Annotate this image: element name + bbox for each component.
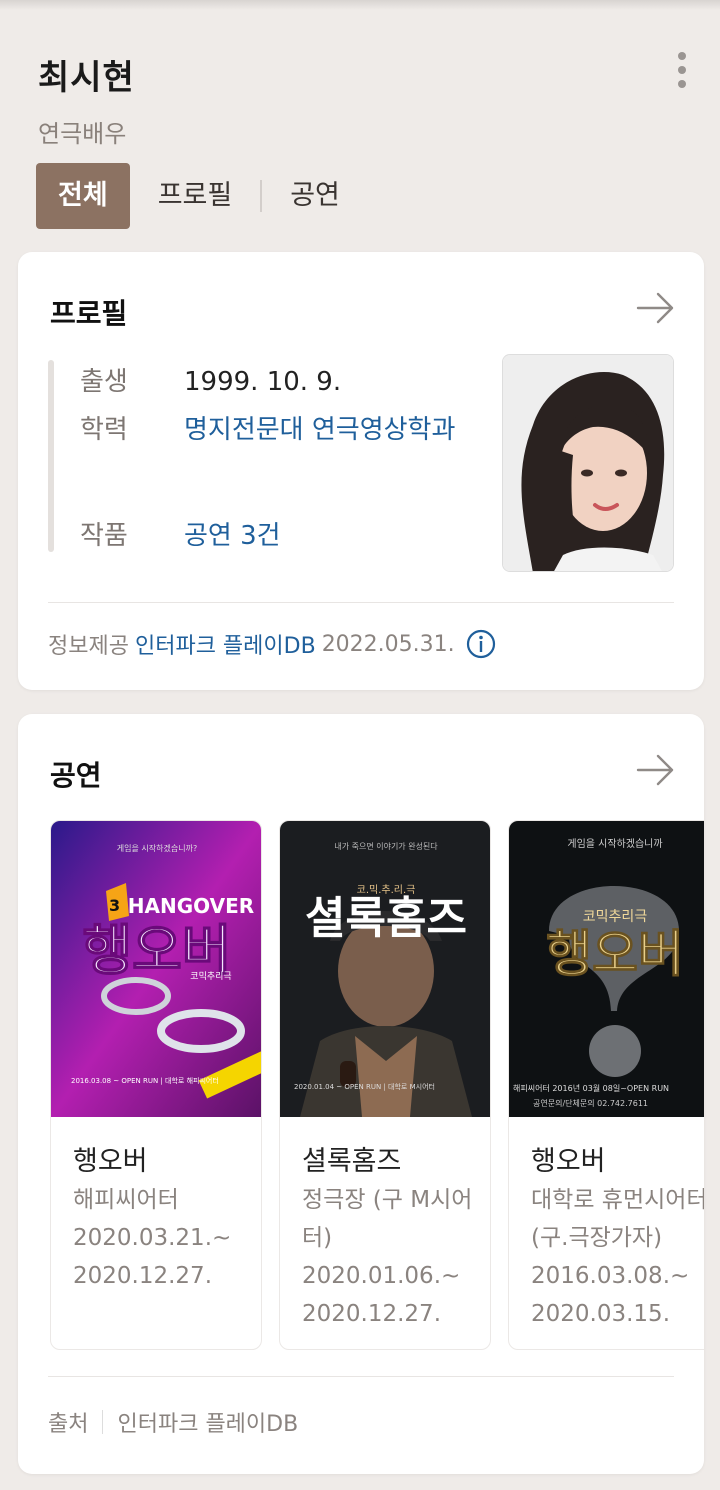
source-divider (102, 1410, 104, 1434)
poster-info-text: 2016.03.08 ~ OPEN RUN | 대학로 해피씨어터 (71, 1076, 219, 1085)
birth-label: 출생 (80, 367, 128, 397)
performance-venue: 대학로 휴먼시어터 (구.극장가자) 2016.03.08.~ 2020.03.… (531, 1181, 704, 1333)
top-edge (0, 0, 720, 10)
date-start: 2020.03.21.~ (73, 1225, 232, 1251)
works-label: 작품 (80, 521, 128, 551)
poster-title-text: 행오버 (546, 925, 684, 983)
performances-divider (48, 1376, 674, 1377)
profile-card: 프로필 출생 1999. 10. 9. 학력 명지전문대 연극영상학과 작품 공… (18, 252, 704, 690)
profile-photo[interactable] (502, 354, 674, 572)
poster-en-title: HANGOVER (128, 894, 254, 918)
tab-profile[interactable]: 프로필 (130, 163, 261, 229)
performances-title: 공연 (50, 759, 102, 792)
performance-item[interactable]: 게임을 시작하겠습니까? 3 HANGOVER 행오버 코믹추리극 2016.0… (50, 820, 262, 1350)
poster-sub-text: 코믹추리극 (583, 909, 648, 925)
date-start: 2016.03.08.~ (531, 1263, 690, 1289)
performance-venue: 정극장 (구 M시어터) 2020.01.06.~ 2020.12.27. (302, 1181, 482, 1333)
performances-card: 공연 게임을 시작하겠습니까? 3 HANGOVER 행오버 코믹추리극 201… (18, 714, 704, 1474)
more-options-icon[interactable] (674, 52, 690, 92)
provider-date: 2022.05.31. (321, 631, 455, 657)
source-name[interactable]: 인터파크 플레이DB (117, 1406, 298, 1438)
source-label: 출처 (48, 1412, 89, 1437)
source-footer: 출처 인터파크 플레이DB (48, 1406, 298, 1438)
performance-carousel[interactable]: 게임을 시작하겠습니까? 3 HANGOVER 행오버 코믹추리극 2016.0… (50, 820, 704, 1350)
info-provider: 정보제공 인터파크 플레이DB 2022.05.31. (48, 628, 497, 660)
person-occupation: 연극배우 (38, 120, 127, 148)
poster-sub-text: 코믹추리극 (190, 970, 231, 982)
performance-item[interactable]: 내가 죽으면 이야기가 완성된다 코.믹.추.리.극 셜록홈즈 2020.01.… (279, 820, 491, 1350)
poster-top-text: 게임을 시작하겠습니까? (117, 843, 197, 853)
works-link[interactable]: 공연 3건 (184, 514, 474, 558)
poster-info-text: 2020.01.04 ~ OPEN RUN | 대학로 M시어터 (294, 1082, 435, 1091)
date-start: 2020.01.06.~ (302, 1263, 461, 1289)
poster-hangover: 게임을 시작하겠습니까? 3 HANGOVER 행오버 코믹추리극 2016.0… (51, 821, 261, 1117)
tab-bar: 전체 프로필 공연 (36, 163, 368, 229)
profile-divider (48, 602, 674, 603)
performance-title: 셜록홈즈 (302, 1146, 402, 1177)
provider-link[interactable]: 인터파크 플레이DB (135, 628, 316, 660)
poster-info-text: 해피씨어터 2016년 03월 08일~OPEN RUN (513, 1083, 669, 1093)
date-end: 2020.12.27. (302, 1301, 441, 1327)
person-name: 최시현 (38, 58, 135, 98)
performance-item[interactable]: 게임을 시작하겠습니까 코믹추리극 행오버 해피씨어터 2016년 03월 08… (508, 820, 704, 1350)
profile-title: 프로필 (50, 297, 128, 330)
poster-top-text: 내가 죽으면 이야기가 완성된다 (334, 841, 438, 851)
tab-performances[interactable]: 공연 (262, 163, 368, 229)
education-link[interactable]: 명지전문대 연극영상학과 (184, 405, 474, 455)
provider-label: 정보제공 (48, 634, 129, 659)
arrow-right-icon[interactable] (636, 752, 676, 788)
birth-value: 1999. 10. 9. (184, 367, 342, 397)
venue-name: 해피씨어터 (73, 1187, 179, 1213)
poster-info-text-2: 공연문의/단체문의 02.742.7611 (533, 1098, 648, 1108)
venue-name: 정극장 (구 M시어터) (302, 1187, 473, 1251)
poster-title-text: 셜록홈즈 (305, 893, 467, 944)
date-end: 2020.03.15. (531, 1301, 670, 1327)
tab-all[interactable]: 전체 (36, 163, 130, 229)
poster-sherlock: 내가 죽으면 이야기가 완성된다 코.믹.추.리.극 셜록홈즈 2020.01.… (280, 821, 490, 1117)
performance-venue: 해피씨어터 2020.03.21.~ 2020.12.27. (73, 1181, 253, 1295)
education-label: 학력 (80, 415, 128, 445)
info-bar (48, 360, 54, 552)
venue-name: 대학로 휴먼시어터 (구.극장가자) (531, 1187, 704, 1251)
svg-text:3: 3 (109, 896, 120, 915)
arrow-right-icon[interactable] (636, 290, 676, 326)
info-icon[interactable] (465, 628, 497, 660)
person-header: 최시현 연극배우 전체 프로필 공연 (0, 30, 720, 240)
date-end: 2020.12.27. (73, 1263, 212, 1289)
performance-title: 행오버 (73, 1146, 148, 1177)
poster-top-text: 게임을 시작하겠습니까 (567, 837, 662, 850)
poster-hangover-2: 게임을 시작하겠습니까 코믹추리극 행오버 해피씨어터 2016년 03월 08… (509, 821, 704, 1117)
performance-title: 행오버 (531, 1146, 606, 1177)
